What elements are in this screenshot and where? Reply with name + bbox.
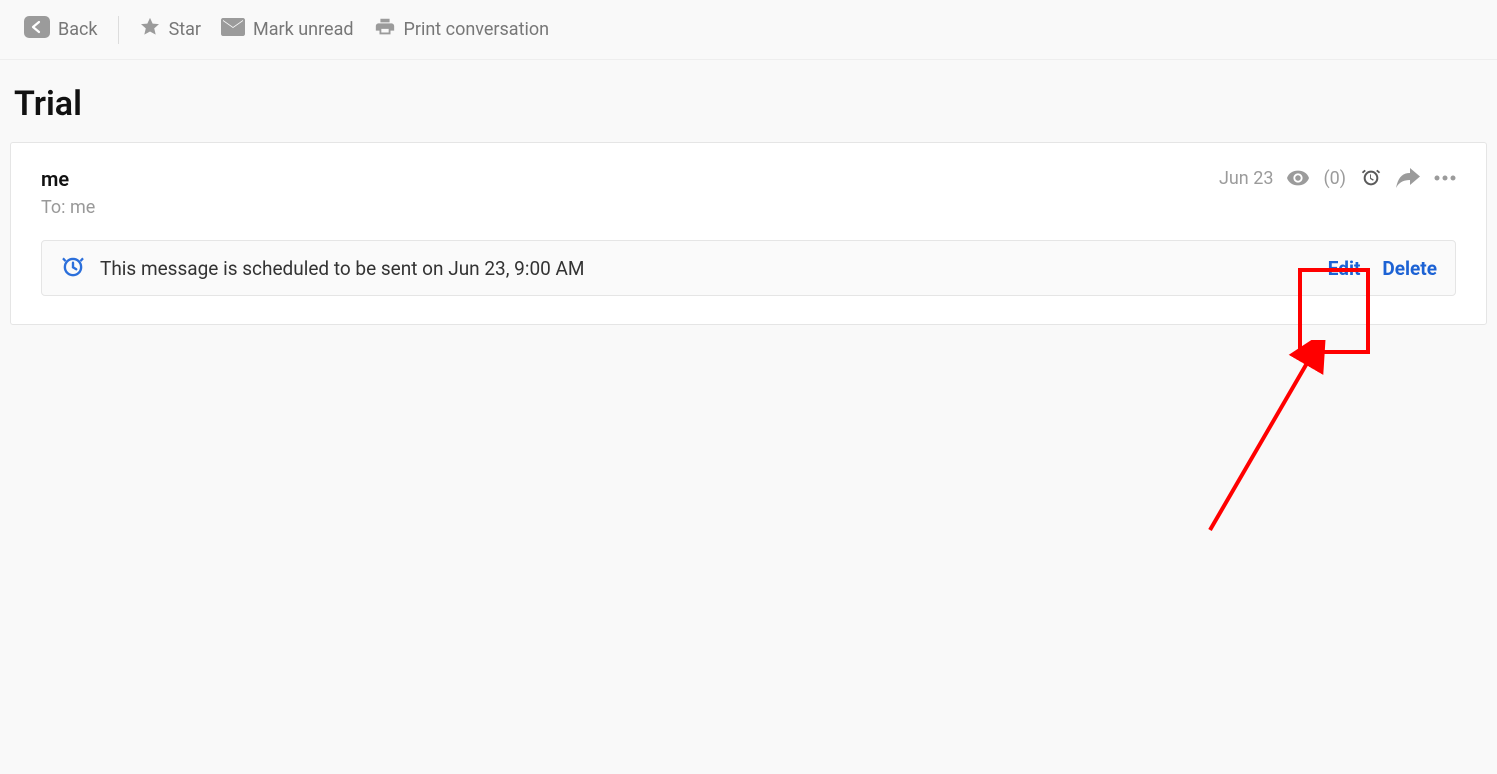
star-icon	[139, 16, 161, 43]
message-meta: Jun 23 (0)	[1219, 167, 1456, 189]
back-label: Back	[58, 19, 98, 40]
star-button[interactable]: Star	[129, 10, 211, 49]
forward-icon[interactable]	[1396, 168, 1420, 188]
scheduled-alarm-icon[interactable]	[1360, 167, 1382, 189]
alarm-clock-icon	[60, 253, 86, 283]
message-date: Jun 23	[1219, 168, 1274, 189]
mark-unread-button[interactable]: Mark unread	[211, 12, 363, 47]
envelope-icon	[221, 18, 245, 41]
star-label: Star	[169, 19, 201, 40]
views-icon[interactable]	[1287, 170, 1309, 186]
toolbar: Back Star Mark unread Print conversation	[0, 0, 1497, 60]
message-header: me To: me Jun 23 (0)	[41, 167, 1456, 218]
delete-button[interactable]: Delete	[1382, 257, 1437, 280]
print-button[interactable]: Print conversation	[364, 10, 560, 49]
edit-button[interactable]: Edit	[1328, 257, 1361, 280]
annotation-arrow	[1200, 340, 1340, 540]
message-card: me To: me Jun 23 (0)	[10, 142, 1487, 325]
printer-icon	[374, 16, 396, 43]
mark-unread-label: Mark unread	[253, 19, 353, 40]
scheduled-bar: This message is scheduled to be sent on …	[41, 240, 1456, 296]
back-button[interactable]: Back	[14, 10, 108, 49]
more-icon[interactable]	[1434, 175, 1456, 181]
back-icon	[24, 16, 50, 43]
toolbar-separator	[118, 16, 119, 44]
scheduled-left: This message is scheduled to be sent on …	[60, 253, 585, 283]
message-to: To: me	[41, 197, 95, 218]
message-from: me	[41, 167, 95, 191]
print-label: Print conversation	[404, 19, 550, 40]
scheduled-actions: Edit Delete	[1328, 257, 1437, 280]
message-sender-block: me To: me	[41, 167, 95, 218]
subject-title: Trial	[0, 60, 1497, 142]
views-count: (0)	[1323, 168, 1346, 189]
scheduled-text: This message is scheduled to be sent on …	[100, 257, 585, 280]
